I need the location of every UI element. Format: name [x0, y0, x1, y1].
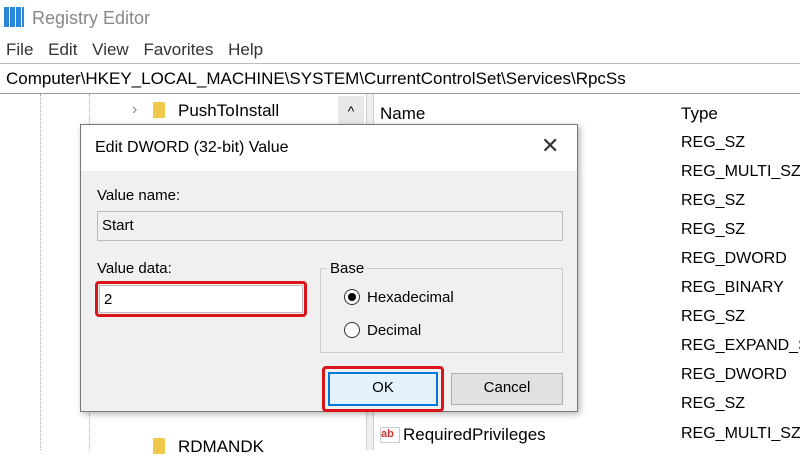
column-header-name[interactable]: Name — [380, 104, 425, 124]
value-type: REG_MULTI_SZ — [681, 425, 800, 442]
menu-edit[interactable]: Edit — [48, 40, 77, 60]
registry-icon — [4, 7, 24, 27]
menu-help[interactable]: Help — [228, 40, 263, 60]
folder-icon — [153, 438, 165, 454]
string-value-icon: ab — [380, 427, 400, 443]
value-type: REG_SZ — [681, 395, 746, 412]
column-header-type[interactable]: Type — [681, 104, 718, 124]
menu-bar: File Edit View Favorites Help — [0, 38, 800, 64]
base-group — [320, 268, 563, 353]
decimal-label[interactable]: Decimal — [367, 322, 421, 339]
value-type: REG_MULTI_SZ — [681, 163, 800, 180]
tree-item-rdmandk[interactable]: RDMANDK — [178, 437, 264, 457]
menu-favorites[interactable]: Favorites — [143, 40, 213, 60]
menu-view[interactable]: View — [92, 40, 129, 60]
hexadecimal-label[interactable]: Hexadecimal — [367, 289, 454, 306]
menu-file[interactable]: File — [6, 40, 33, 60]
value-type: REG_DWORD — [681, 250, 787, 267]
value-type: REG_SZ — [681, 308, 746, 325]
scroll-up-button[interactable]: ^ — [338, 96, 364, 126]
address-bar[interactable]: Computer\HKEY_LOCAL_MACHINE\SYSTEM\Curre… — [0, 64, 800, 94]
value-type: REG_BINARY — [681, 279, 784, 296]
value-type: REG_SZ — [681, 192, 746, 209]
value-data-input[interactable]: 2 — [99, 285, 303, 313]
title-bar: Registry Editor — [0, 0, 800, 36]
edit-dword-dialog: Edit DWORD (32-bit) Value ✕ Value name: … — [80, 124, 578, 412]
dialog-title-bar: Edit DWORD (32-bit) Value — [81, 125, 577, 171]
dialog-title: Edit DWORD (32-bit) Value — [95, 139, 289, 156]
ok-button[interactable]: OK — [328, 372, 438, 406]
close-icon[interactable]: ✕ — [541, 133, 559, 159]
window-title: Registry Editor — [32, 8, 151, 28]
value-name-label: Value name: — [97, 187, 181, 204]
value-name[interactable]: RequiredPrivileges — [403, 425, 546, 445]
tree-line — [40, 94, 41, 450]
value-name-field: Start — [97, 211, 563, 241]
value-data-label: Value data: — [97, 260, 172, 277]
cancel-button[interactable]: Cancel — [451, 373, 563, 405]
base-label: Base — [327, 260, 368, 277]
folder-icon — [153, 102, 165, 118]
value-type: REG_EXPAND_SZ — [681, 337, 800, 354]
hexadecimal-radio[interactable] — [344, 289, 360, 305]
tree-item-pushtoinstall[interactable]: PushToInstall — [178, 101, 279, 121]
value-type: REG_SZ — [681, 221, 746, 238]
decimal-radio[interactable] — [344, 322, 360, 338]
value-type: REG_DWORD — [681, 366, 787, 383]
value-type: REG_SZ — [681, 134, 746, 151]
expand-chevron-icon[interactable]: › — [132, 101, 137, 119]
